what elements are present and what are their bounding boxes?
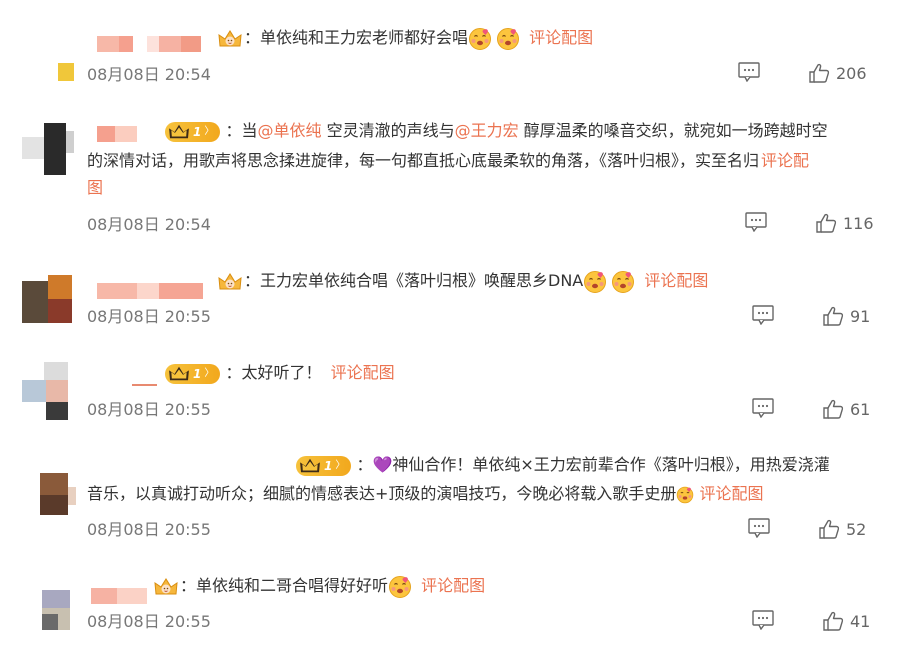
comment-content: ：太好听了！ (225, 363, 322, 382)
thumbs-up-icon (822, 610, 844, 632)
thumbs-up-icon (815, 212, 837, 234)
like-button[interactable]: 116 (815, 212, 874, 234)
like-count: 52 (846, 519, 867, 539)
like-button[interactable]: 52 (818, 518, 866, 540)
timestamp: 08月08日 20:55 (87, 307, 211, 326)
comment-content: 音乐，以真诚打动听众；细腻的情感表达+顶级的演唱技巧，今晚必将载入歌手史册 (87, 484, 677, 503)
username[interactable] (97, 36, 212, 52)
comment-icon[interactable] (748, 518, 770, 538)
avatar[interactable] (22, 123, 74, 175)
comment-item: ：王力宏单依纯合唱《落叶归根》唤醒思乡DNA 评论配图 08月08日 20:55… (0, 245, 900, 340)
comment-content: 醇厚温柔的嗓音交织，就宛如一场跨越时空 (518, 121, 828, 140)
thumbs-up-icon (822, 305, 844, 327)
username[interactable] (97, 283, 205, 299)
comment-content: ：单依纯和王力宏老师都好会唱 (244, 28, 469, 47)
mention-link[interactable]: @单依纯 (257, 121, 321, 140)
emoji-face-icon (583, 270, 607, 294)
crown-badge-icon (167, 123, 191, 141)
vip-badge[interactable]: 1 〉 (165, 363, 221, 384)
comment-image-link[interactable]: 评论配图 (331, 363, 395, 382)
fan-badge-icon[interactable] (216, 271, 244, 293)
like-button[interactable]: 206 (808, 62, 867, 84)
comment-icon[interactable] (745, 212, 767, 232)
comment-content: ：王力宏单依纯合唱《落叶归根》唤醒思乡DNA (244, 271, 584, 290)
like-count: 61 (850, 399, 871, 419)
comment-icon[interactable] (752, 398, 774, 418)
timestamp: 08月08日 20:54 (87, 215, 211, 234)
comment-text: ：单依纯和王力宏老师都好会唱 评论配图 (216, 23, 593, 53)
comment-item: 1 〉 ：当@单依纯 空灵清澈的声线与@王力宏 醇厚温柔的嗓音交织，就宛如一场跨越… (0, 95, 900, 245)
comment-item: 1 〉 ：💜神仙合作！单依纯×王力宏前辈合作《落叶归根》，用热爱浇灌 音乐，以真诚… (0, 435, 900, 555)
vip-badge[interactable]: 1 〉 (165, 121, 221, 142)
comment-image-link[interactable]: 评论配图 (529, 28, 593, 47)
comment-text: 1 〉 ：当@单依纯 空灵清澈的声线与@王力宏 醇厚温柔的嗓音交织，就宛如一场跨越… (165, 116, 828, 146)
comment-text: 1 〉 ：💜神仙合作！单依纯×王力宏前辈合作《落叶归根》，用热爱浇灌 (296, 450, 830, 480)
crown-badge-icon (167, 365, 191, 383)
emoji-face-icon (496, 27, 520, 51)
comment-content: ：💜神仙合作！单依纯×王力宏前辈合作《落叶归根》，用热爱浇灌 (356, 455, 830, 474)
comment-content: 空灵清澈的声线与 (321, 121, 455, 140)
emoji-face-icon (388, 575, 412, 599)
emoji-face-icon (468, 27, 492, 51)
crown-badge-icon (298, 457, 322, 475)
username[interactable] (97, 126, 139, 142)
like-count: 206 (836, 63, 867, 83)
comment-text: 的深情对话，用歌声将思念揉进旋律，每一句都直抵心底最柔软的角落，《落叶归根》，实… (87, 146, 809, 176)
avatar[interactable] (22, 275, 74, 327)
comment-text: ：王力宏单依纯合唱《落叶归根》唤醒思乡DNA 评论配图 (216, 266, 708, 296)
like-button[interactable]: 61 (822, 398, 870, 420)
emoji-face-icon (676, 486, 694, 504)
comment-image-link[interactable]: 图 (87, 178, 103, 197)
fan-badge-icon[interactable] (152, 576, 180, 598)
username[interactable] (97, 376, 157, 392)
vip-badge[interactable]: 1 〉 (296, 455, 352, 476)
comment-text: 音乐，以真诚打动听众；细腻的情感表达+顶级的演唱技巧，今晚必将载入歌手史册 评论… (87, 479, 764, 509)
comment-content: ：单依纯和二哥合唱得好好听 (180, 576, 389, 595)
like-button[interactable]: 41 (822, 610, 870, 632)
thumbs-up-icon (818, 518, 840, 540)
thumbs-up-icon (822, 398, 844, 420)
comment-image-link[interactable]: 评论配 (761, 151, 809, 170)
comment-icon[interactable] (738, 62, 760, 82)
comment-text: 图 (87, 173, 103, 203)
comment-image-link[interactable]: 评论配图 (421, 576, 485, 595)
like-count: 41 (850, 611, 871, 631)
comment-text: 1 〉 ：太好听了！ 评论配图 (165, 358, 395, 388)
comment-icon[interactable] (752, 305, 774, 325)
username[interactable] (97, 463, 282, 479)
avatar[interactable] (22, 362, 74, 420)
comment-content: 的深情对话，用歌声将思念揉进旋律，每一句都直抵心底最柔软的角落，《落叶归根》，实… (87, 151, 760, 170)
like-button[interactable]: 91 (822, 305, 870, 327)
emoji-face-icon (611, 270, 635, 294)
timestamp: 08月08日 20:55 (87, 612, 211, 631)
fan-badge-icon[interactable] (216, 28, 244, 50)
comment-item: ：单依纯和王力宏老师都好会唱 评论配图 08月08日 20:54 206 (0, 0, 900, 95)
comment-icon[interactable] (752, 610, 774, 630)
comment-content: ：当 (225, 121, 258, 140)
comment-item: 1 〉 ：太好听了！ 评论配图 08月08日 20:55 61 (0, 340, 900, 435)
thumbs-up-icon (808, 62, 830, 84)
timestamp: 08月08日 20:55 (87, 400, 211, 419)
like-count: 91 (850, 306, 871, 326)
comment-image-link[interactable]: 评论配图 (644, 271, 708, 290)
comment-image-link[interactable]: 评论配图 (700, 484, 764, 503)
comment-item: ：单依纯和二哥合唱得好好听 评论配图 08月08日 20:55 41 (0, 555, 900, 645)
timestamp: 08月08日 20:55 (87, 520, 211, 539)
username[interactable] (91, 588, 149, 604)
avatar[interactable] (22, 473, 76, 525)
mention-link[interactable]: @王力宏 (455, 121, 519, 140)
avatar[interactable] (22, 590, 74, 642)
comment-text: ：单依纯和二哥合唱得好好听 评论配图 (152, 571, 485, 601)
timestamp: 08月08日 20:54 (87, 65, 211, 84)
like-count: 116 (843, 213, 874, 233)
avatar[interactable] (22, 25, 74, 81)
